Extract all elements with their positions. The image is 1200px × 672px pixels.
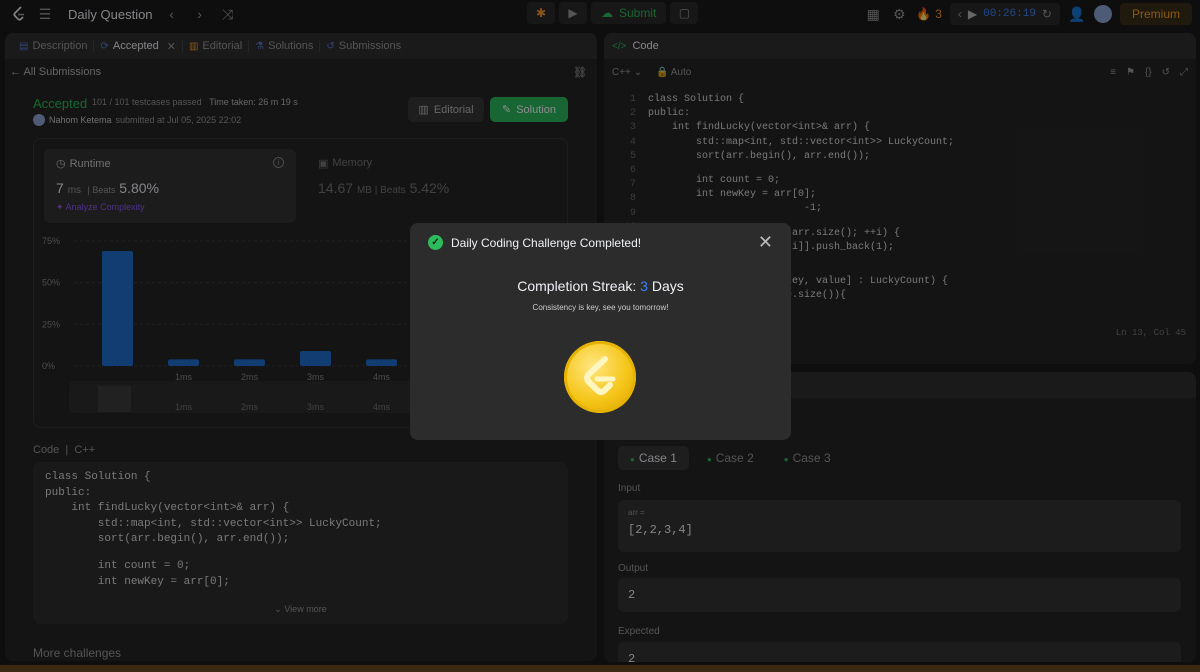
check-circle-icon: ✓ xyxy=(428,235,443,250)
leetcode-coin-icon xyxy=(564,341,636,413)
close-icon[interactable]: ✕ xyxy=(758,232,773,253)
modal-title: Daily Coding Challenge Completed! xyxy=(451,235,642,250)
challenge-complete-modal: ✓ Daily Coding Challenge Completed! ✕ Co… xyxy=(410,223,791,440)
streak-days: 3 xyxy=(640,278,648,294)
modal-subtitle: Consistency is key, see you tomorrow! xyxy=(532,303,669,312)
completion-streak: Completion Streak: 3 Days xyxy=(517,278,684,294)
